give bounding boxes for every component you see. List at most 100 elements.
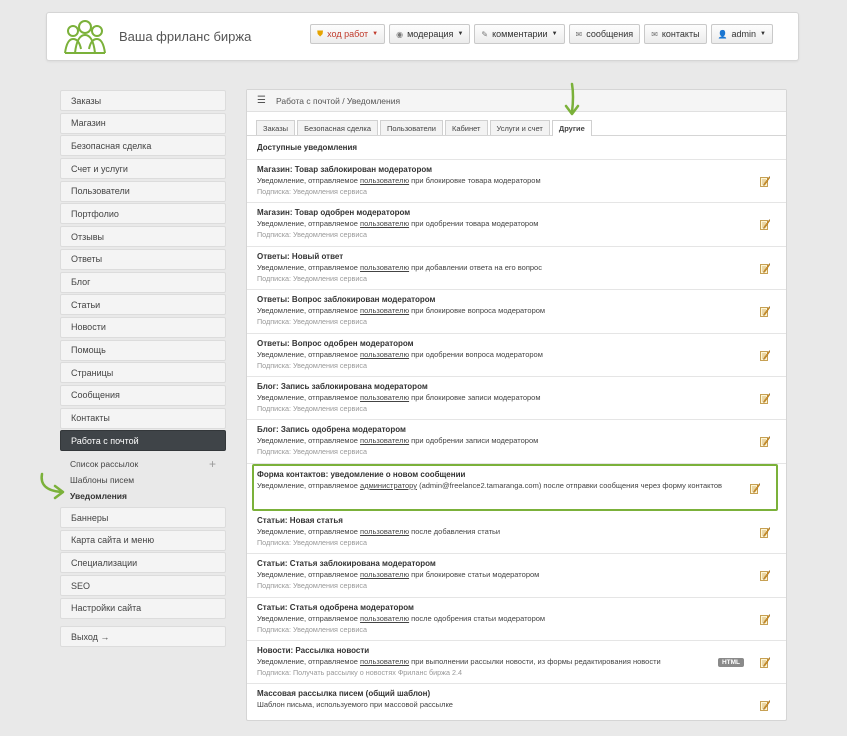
edit-icon[interactable] [760,656,770,668]
edit-icon[interactable] [760,436,770,448]
caret-down-icon: ▼ [457,31,464,37]
logo-icon[interactable] [63,19,108,57]
sidebar-item[interactable]: Портфолио [60,203,226,225]
html-badge: HTML [717,657,744,667]
sidebar-item[interactable]: Специализации [60,552,226,574]
notification-description: Уведомление, отправляемое пользователю п… [257,656,736,667]
edit-icon[interactable] [760,306,770,318]
recipient-link[interactable]: пользователю [360,393,409,402]
sidebar-item[interactable]: Страницы [60,362,226,384]
tab-5[interactable]: Другие [551,120,592,136]
description-text: Уведомление, отправляемое [257,349,361,359]
edit-icon[interactable] [760,700,770,712]
description-text: Уведомление, отправляемое [257,306,361,316]
notification-row: Магазин: Товар одобрен модератором Уведом… [247,203,786,247]
site-title[interactable]: Ваша фриланс биржа [119,29,251,44]
edit-icon[interactable] [760,392,770,404]
recipient-link[interactable]: пользователю [360,657,409,666]
plus-icon[interactable]: + [209,457,216,471]
subscription-text: Подписка: Уведомления сервиса [257,581,367,591]
edit-icon[interactable] [760,176,770,187]
notification-title: Ответы: Вопрос заблокирован модератором [257,295,436,305]
edit-icon[interactable] [760,613,770,625]
sidebar-item[interactable]: Новости [60,316,226,338]
envelope-icon: ✉ [651,29,658,39]
tab-3[interactable]: Кабинет [444,120,488,135]
topnav-button-0[interactable]: ⛊ ход работ ▼ [310,24,386,44]
sidebar-item[interactable]: Настройки сайта [60,597,226,619]
caret-down-icon: ▼ [551,31,558,37]
edit-icon[interactable] [760,349,770,361]
recipient-link[interactable]: пользователю [360,570,409,579]
recipient-link[interactable]: пользователю [360,306,409,315]
recipient-link[interactable]: администратору [360,481,417,490]
description-text: после добавления статьи [409,526,501,536]
recipient-link[interactable]: пользователю [360,614,409,623]
sidebar-item[interactable]: Счет и услуги [60,158,226,180]
description-text: Уведомление, отправляемое [257,176,361,185]
notification-row: Блог: Запись заблокирована модератором Ув… [247,377,786,421]
sidebar-item[interactable]: Баннеры [60,507,226,528]
topnav-button-5[interactable]: 👤 admin ▼ [710,24,773,44]
notification-title: Форма контактов: уведомление о новом соо… [257,469,466,479]
sidebar-item[interactable]: Магазин [60,112,226,134]
envelope-icon: ✉ [575,29,583,39]
sidebar-item[interactable]: Ответы [60,248,226,270]
user-icon: 👤 [717,29,728,39]
tab-1[interactable]: Безопасная сделка [297,120,379,135]
topnav-button-2[interactable]: ✎ комментарии ▼ [474,24,565,44]
topnav-button-4[interactable]: ✉ контакты [644,24,707,44]
subscription-text: Подписка: Уведомления сервиса [257,624,367,634]
sidebar-subitem[interactable]: Список рассылок + [70,456,226,472]
sidebar-item[interactable]: Безопасная сделка [60,135,226,157]
sidebar-item[interactable]: Отзывы [60,226,226,248]
notification-row: Массовая рассылка писем (общий шаблон) Ша… [247,684,786,727]
edit-icon[interactable] [760,526,770,538]
description-text: после одобрения статьи модератором [409,613,546,623]
subscription-text: Подписка: Уведомления сервиса [257,537,367,547]
sidebar-item[interactable]: Карта сайта и меню [60,529,226,551]
top-header: Ваша фриланс биржа ⛊ ход работ ▼ ◉ модерация… [46,12,799,61]
notification-description: Уведомление, отправляемое пользователю п… [257,218,736,229]
recipient-link[interactable]: пользователю [360,219,409,228]
tab-4[interactable]: Услуги и счет [489,120,550,135]
menu-icon[interactable]: ☰ [257,95,266,106]
sidebar-item[interactable]: Сообщения [60,384,226,406]
sidebar-item-active[interactable]: Работа с почтой [60,430,226,452]
notification-row: Статьи: Новая статья Уведомление, отправл… [247,511,786,555]
topnav-button-3[interactable]: ✉ сообщения [568,24,641,44]
panel-header: ☰ Работа с почтой / Уведомления [247,90,786,112]
sidebar-item[interactable]: Статьи [60,294,226,316]
sidebar-item[interactable]: Пользователи [60,180,226,202]
recipient-link[interactable]: пользователю [360,176,409,185]
sidebar-item[interactable]: Помощь [60,339,226,361]
sidebar-subitem[interactable]: Шаблоны писем [70,472,226,488]
sidebar-item[interactable]: Контакты [60,407,226,429]
tab-2[interactable]: Пользователи [380,120,443,135]
recipient-link[interactable]: пользователю [360,527,409,536]
description-text: Шаблон письма, используемого при массово… [257,700,453,710]
recipient-link[interactable]: пользователю [360,263,409,272]
description-text: при одобрении вопроса модератором [409,349,543,359]
sidebar-item[interactable]: Блог [60,271,226,293]
subscription-text: Подписка: Уведомления сервиса [257,230,367,240]
sidebar-item[interactable]: SEO [60,575,226,597]
recipient-link[interactable]: пользователю [360,350,409,359]
topnav-label: комментарии [492,29,548,39]
recipient-link[interactable]: пользователю [360,436,409,445]
sidebar-subitem[interactable]: Уведомления [70,488,226,504]
edit-icon[interactable] [760,262,770,274]
eye-icon: ◉ [396,29,404,39]
subscription-text: Подписка: Уведомления сервиса [257,447,367,457]
edit-icon[interactable] [750,482,760,494]
tab-0[interactable]: Заказы [256,120,296,135]
logout-button[interactable]: Выход → [60,626,226,648]
topnav-button-1[interactable]: ◉ модерация ▼ [389,24,471,44]
sidebar-item[interactable]: Заказы [60,90,226,111]
notification-description: Уведомление, отправляемое администратору… [257,480,732,491]
description-text: при блокировке товара модератором [409,176,541,185]
subscription-text: Подписка: Уведомления сервиса [257,317,367,327]
section-title: Доступные уведомления [247,136,786,160]
edit-icon[interactable] [760,219,770,231]
edit-icon[interactable] [760,570,770,582]
